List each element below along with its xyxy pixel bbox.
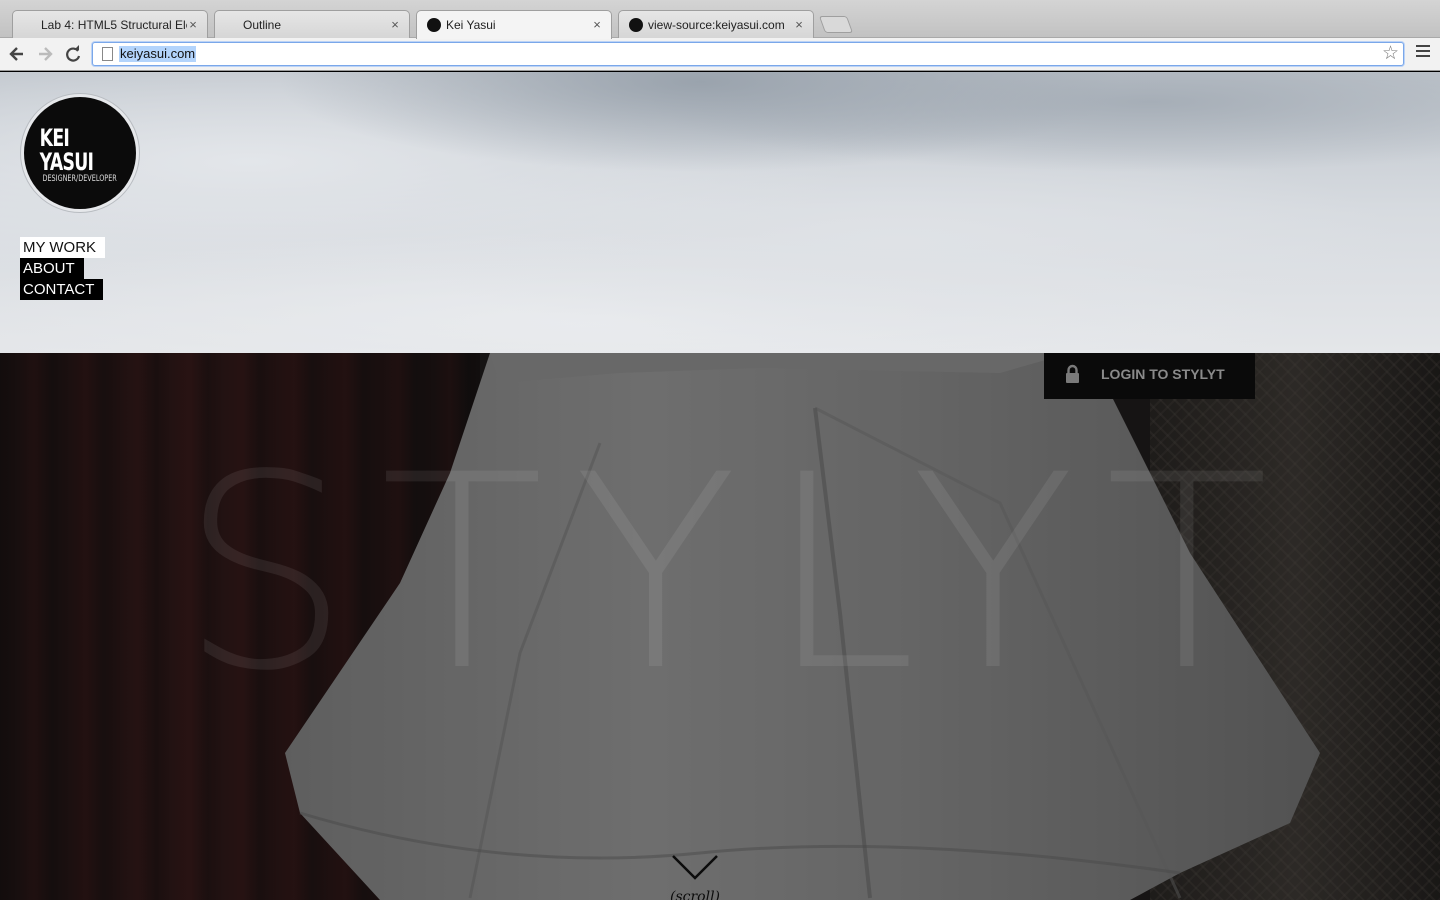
back-arrow-icon[interactable] [6,42,28,66]
reload-icon[interactable] [62,42,84,66]
tab-lab4[interactable]: Lab 4: HTML5 Structural Elements × [12,10,208,104]
nav-item-my-work[interactable]: MY WORK [20,237,106,258]
tab-title: Outline [243,17,282,32]
nav-item-contact[interactable]: CONTACT [20,279,104,300]
new-tab-button[interactable] [818,16,854,33]
tab-strip: Lab 4: HTML5 Structural Elements × Outli… [0,0,1440,104]
lock-icon [1066,364,1079,383]
scroll-indicator[interactable]: (scroll) [660,853,730,900]
login-to-stylyt-button[interactable]: LOGIN TO STYLYT [1044,353,1255,399]
bookmark-star-icon[interactable]: ☆ [1382,43,1399,65]
header-sky-background [0,72,1440,353]
stylyt-wordmark: STYLYT [180,459,1280,689]
forward-arrow-icon[interactable] [34,42,56,66]
logo-name: KEI YASUI [39,124,94,176]
tab-title: Kei Yasui [446,18,496,32]
url-text[interactable]: keiyasui.com [119,46,197,62]
page-viewport: KEI YASUI DESIGNER/DEVELOPER MY WORK ABO… [0,72,1440,900]
kei-yasui-logo-icon [427,18,441,32]
tab-close-icon[interactable]: × [389,18,401,31]
site-logo[interactable]: KEI YASUI DESIGNER/DEVELOPER [21,94,139,212]
tab-kei-yasui[interactable]: Kei Yasui × [416,10,612,39]
browser-toolbar: keiyasui.com ☆ [0,38,1440,71]
tab-title: view-source:keiyasui.com [648,17,785,32]
tab-title: Lab 4: HTML5 Structural Elements [41,17,187,32]
main-nav: MY WORK ABOUT CONTACT [20,237,106,300]
nav-item-about[interactable]: ABOUT [20,258,84,279]
stylyt-hero: STYLYT LOGIN TO STYLYT (scroll) [0,353,1440,900]
logo-role: DESIGNER/DEVELOPER [42,174,118,184]
chevron-down-icon [672,855,718,880]
page-icon [102,47,113,61]
login-label: LOGIN TO STYLYT [1101,366,1225,382]
tab-close-icon[interactable]: × [793,18,805,31]
tab-close-icon[interactable]: × [187,18,199,31]
scroll-label: (scroll) [669,889,721,900]
kei-yasui-logo-icon [629,17,643,32]
tab-view-source[interactable]: view-source:keiyasui.com × [618,10,814,38]
tab-close-icon[interactable]: × [591,18,603,31]
address-bar[interactable]: keiyasui.com ☆ [92,42,1404,66]
menu-icon[interactable] [1416,45,1430,63]
tab-outline[interactable]: Outline × [214,10,410,104]
